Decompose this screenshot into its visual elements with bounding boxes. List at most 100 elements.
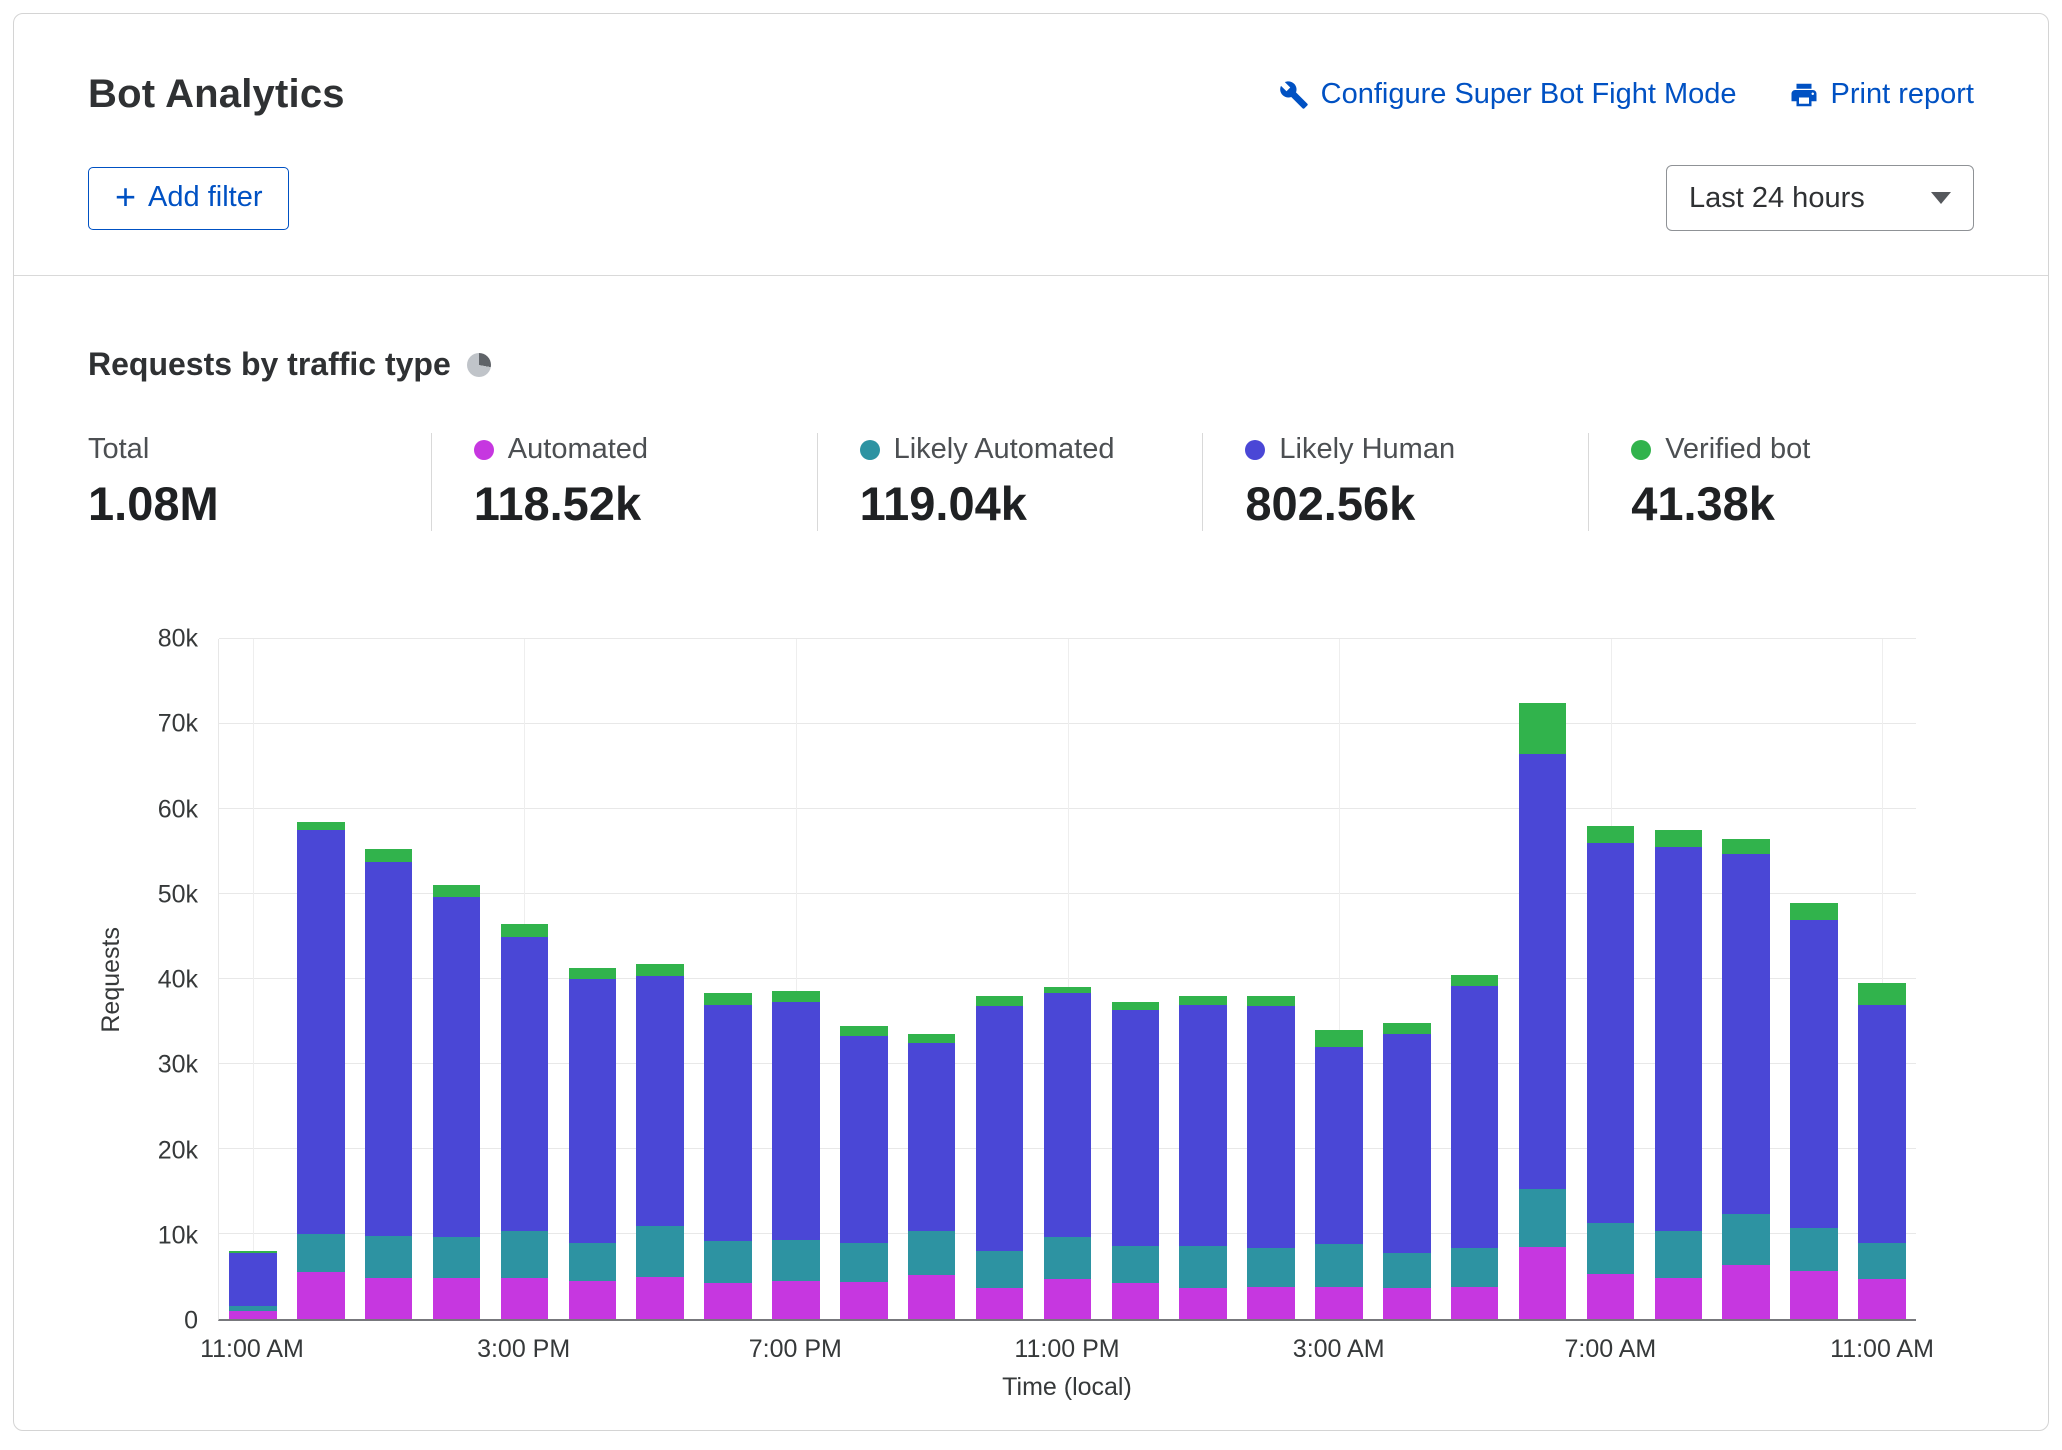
stat-value: 118.52k — [474, 476, 817, 531]
bar-segment — [569, 979, 617, 1243]
stat-likely-human: Likely Human 802.56k — [1202, 433, 1588, 531]
x-tick-label: 7:00 PM — [749, 1335, 842, 1364]
bar-segment — [1858, 1005, 1906, 1243]
stat-verified-bot: Verified bot 41.38k — [1588, 433, 1974, 531]
bar-segment — [1112, 1246, 1160, 1283]
x-tick-label: 11:00 AM — [1830, 1335, 1934, 1364]
likely-human-legend-dot — [1245, 440, 1265, 460]
bar-segment — [501, 924, 549, 937]
bar-segment — [1790, 1228, 1838, 1271]
bar-14[interactable] — [1169, 639, 1237, 1319]
y-axis-ticks: 010k20k30k40k50k60k70k80k — [134, 639, 218, 1321]
stat-total: Total 1.08M — [88, 433, 431, 531]
plus-icon: + — [115, 183, 136, 211]
bar-21[interactable] — [1644, 639, 1712, 1319]
bar-segment — [569, 968, 617, 979]
bar-segment — [1247, 996, 1295, 1006]
bar-segment — [229, 1311, 277, 1320]
bar-0[interactable] — [219, 639, 287, 1319]
bot-analytics-card: Bot Analytics Configure Super Bot Fight … — [13, 13, 2049, 1431]
bar-segment — [1655, 1231, 1703, 1278]
bar-segment — [976, 996, 1024, 1006]
bar-segment — [908, 1043, 956, 1231]
y-tick-label: 30k — [158, 1051, 198, 1080]
y-tick-label: 0 — [184, 1307, 198, 1336]
bar-8[interactable] — [762, 639, 830, 1319]
bar-segment — [704, 1283, 752, 1319]
bar-segment — [1315, 1287, 1363, 1319]
bar-10[interactable] — [898, 639, 966, 1319]
bar-18[interactable] — [1441, 639, 1509, 1319]
y-tick-label: 60k — [158, 795, 198, 824]
bar-segment — [1655, 1278, 1703, 1319]
x-tick-label: 7:00 AM — [1564, 1335, 1656, 1364]
bar-24[interactable] — [1848, 639, 1916, 1319]
add-filter-button[interactable]: + Add filter — [88, 167, 289, 230]
bar-segment — [1451, 986, 1499, 1249]
bar-22[interactable] — [1712, 639, 1780, 1319]
bar-segment — [297, 1272, 345, 1319]
time-range-select[interactable]: Last 24 hours — [1666, 165, 1974, 231]
bar-segment — [1655, 847, 1703, 1231]
bar-segment — [1112, 1002, 1160, 1011]
bar-segment — [840, 1036, 888, 1243]
bar-segment — [1451, 1248, 1499, 1286]
bar-segment — [1587, 1274, 1635, 1319]
bar-segment — [908, 1034, 956, 1043]
traffic-type-stats: Total 1.08M Automated 118.52k Likely Aut… — [88, 433, 1974, 531]
bar-5[interactable] — [558, 639, 626, 1319]
bar-23[interactable] — [1780, 639, 1848, 1319]
bar-7[interactable] — [694, 639, 762, 1319]
bar-3[interactable] — [423, 639, 491, 1319]
bar-segment — [1722, 839, 1770, 854]
x-axis-title: Time (local) — [218, 1373, 1916, 1402]
bar-segment — [1451, 975, 1499, 986]
bar-13[interactable] — [1101, 639, 1169, 1319]
bar-segment — [1179, 996, 1227, 1005]
bar-segment — [1858, 1279, 1906, 1319]
bar-2[interactable] — [355, 639, 423, 1319]
bar-segment — [1383, 1023, 1431, 1034]
bar-segment — [636, 1226, 684, 1277]
bar-segment — [772, 991, 820, 1002]
bar-segment — [1112, 1283, 1160, 1319]
bar-segment — [636, 964, 684, 977]
bar-segment — [501, 937, 549, 1232]
bar-segment — [1044, 987, 1092, 994]
bar-segment — [365, 849, 413, 862]
configure-link-label: Configure Super Bot Fight Mode — [1321, 78, 1737, 111]
bar-segment — [1315, 1030, 1363, 1047]
bar-15[interactable] — [1237, 639, 1305, 1319]
configure-super-bot-fight-mode-link[interactable]: Configure Super Bot Fight Mode — [1279, 78, 1737, 111]
header-links: Configure Super Bot Fight Mode Print rep… — [1279, 78, 1974, 111]
print-report-link[interactable]: Print report — [1789, 78, 1974, 111]
x-tick-label: 11:00 AM — [200, 1335, 304, 1364]
bar-segment — [1587, 1223, 1635, 1274]
bar-1[interactable] — [287, 639, 355, 1319]
bar-segment — [1722, 854, 1770, 1214]
bar-segment — [569, 1281, 617, 1319]
bar-6[interactable] — [626, 639, 694, 1319]
bar-12[interactable] — [1034, 639, 1102, 1319]
section-title: Requests by traffic type — [88, 346, 451, 383]
bar-9[interactable] — [830, 639, 898, 1319]
bar-4[interactable] — [491, 639, 559, 1319]
bar-segment — [1519, 1189, 1567, 1247]
print-link-label: Print report — [1831, 78, 1974, 111]
requests-by-traffic-type-chart: Requests 010k20k30k40k50k60k70k80k 11:00… — [88, 639, 1974, 1402]
x-axis-ticks: 11:00 AM3:00 PM7:00 PM11:00 PM3:00 AM7:0… — [218, 1321, 1916, 1369]
bar-segment — [976, 1288, 1024, 1319]
bar-segment — [636, 976, 684, 1225]
stat-label: Automated — [508, 433, 648, 466]
stat-value: 1.08M — [88, 476, 431, 531]
y-tick-label: 20k — [158, 1136, 198, 1165]
bar-16[interactable] — [1305, 639, 1373, 1319]
bar-17[interactable] — [1373, 639, 1441, 1319]
y-tick-label: 80k — [158, 625, 198, 654]
stat-label: Likely Human — [1279, 433, 1455, 466]
bar-segment — [1790, 903, 1838, 920]
bar-19[interactable] — [1509, 639, 1577, 1319]
bar-11[interactable] — [966, 639, 1034, 1319]
bar-segment — [1044, 1237, 1092, 1279]
bar-20[interactable] — [1577, 639, 1645, 1319]
